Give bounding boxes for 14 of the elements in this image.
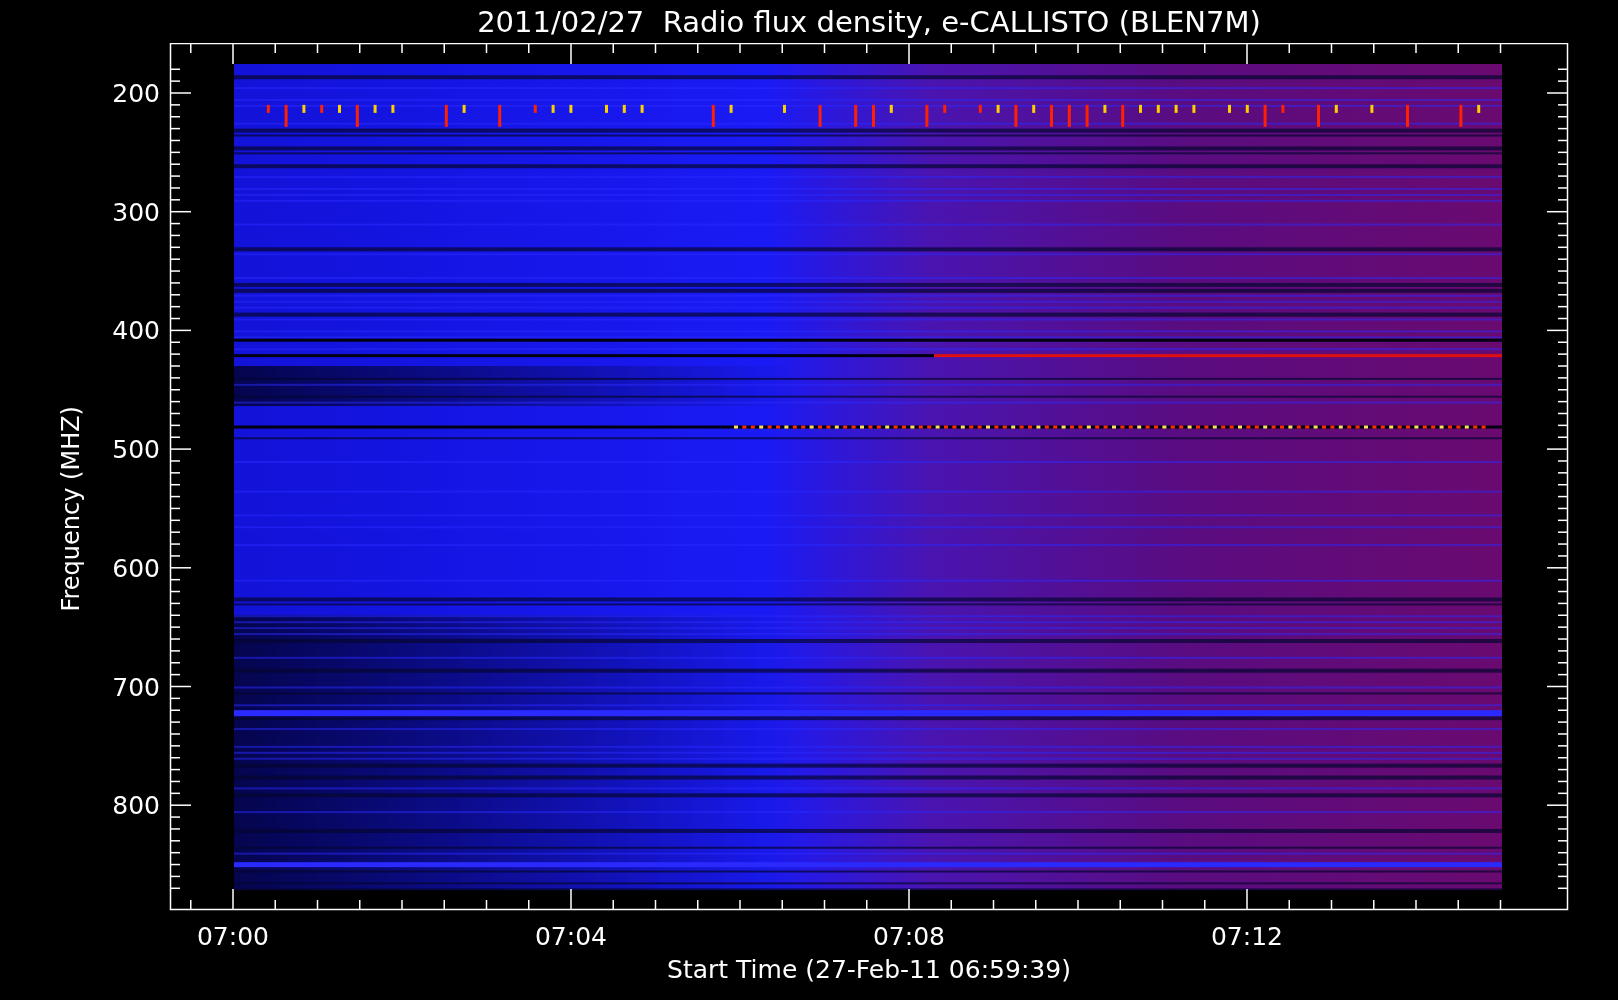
y-tick-label: 700 — [112, 672, 160, 702]
y-tick-label: 300 — [112, 197, 160, 227]
x-tick-label: 07:04 — [535, 922, 607, 951]
y-tick-label: 600 — [112, 553, 160, 583]
x-tick-label: 07:00 — [197, 922, 269, 951]
y-tick-label: 400 — [112, 316, 160, 346]
chart-title: 2011/02/27 Radio flux density, e-CALLISTO (BLEN7M) — [476, 3, 1262, 41]
x-tick-label: 07:08 — [873, 922, 945, 951]
y-tick-label: 800 — [112, 791, 160, 821]
x-axis-label: Start Time (27-Feb-11 06:59:39) — [666, 955, 1072, 986]
y-tick-label: 500 — [112, 435, 160, 465]
y-tick-label: 200 — [112, 79, 160, 108]
y-axis-label: Frequency (MHZ) — [56, 406, 86, 612]
x-tick-label: 07:12 — [1211, 922, 1283, 951]
